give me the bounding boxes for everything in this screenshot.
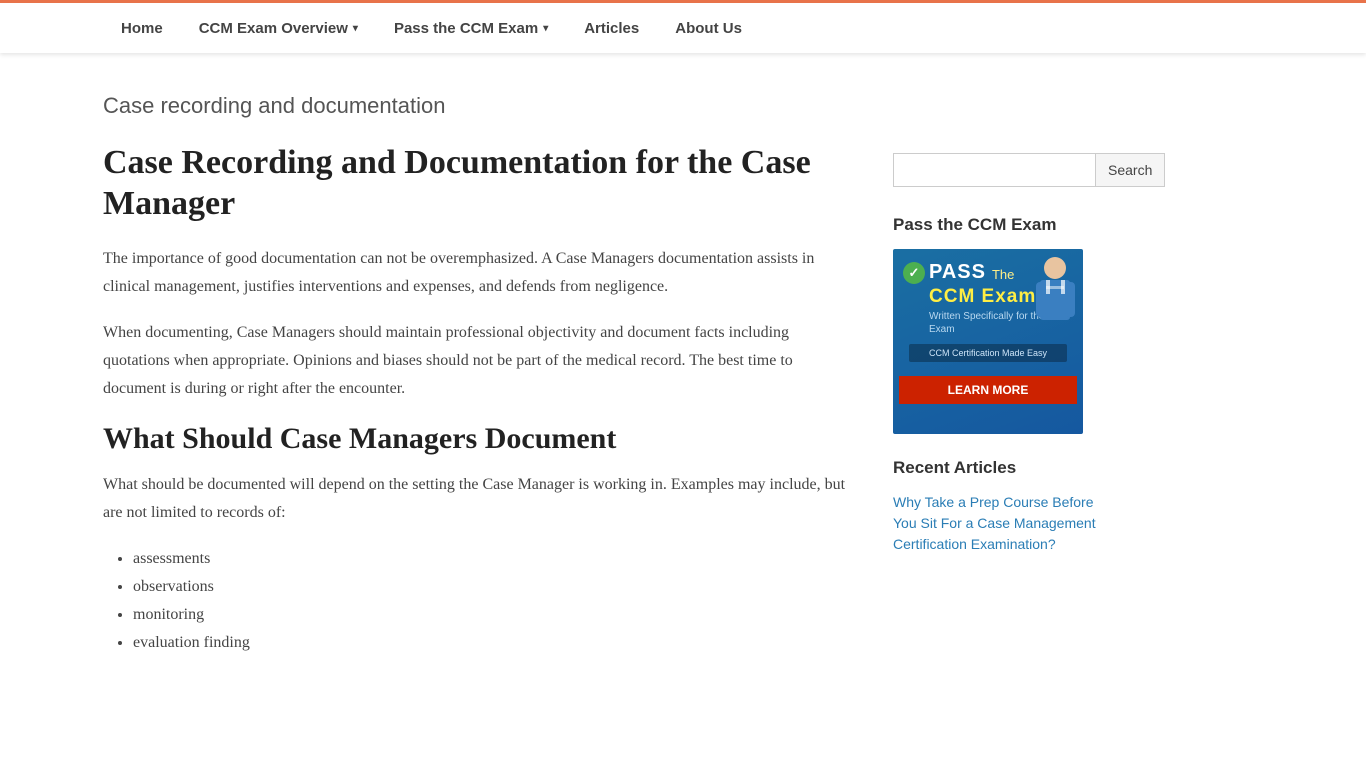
pass-section-title: Pass the CCM Exam <box>893 215 1113 235</box>
recent-article-link[interactable]: Why Take a Prep Course Before You Sit Fo… <box>893 492 1113 555</box>
nav-item-home[interactable]: Home <box>103 3 181 53</box>
nav-link-pass-ccm[interactable]: Pass the CCM Exam ▾ <box>376 3 566 53</box>
main-nav: Home CCM Exam Overview ▾ Pass the CCM Ex… <box>0 0 1366 53</box>
search-box: Search <box>893 153 1113 187</box>
nav-link-ccm-overview[interactable]: CCM Exam Overview ▾ <box>181 3 376 53</box>
nav-link-about-us[interactable]: About Us <box>657 3 760 53</box>
list-item: evaluation finding <box>133 629 853 657</box>
the-word: The <box>992 267 1014 282</box>
chevron-down-icon: ▾ <box>353 23 358 34</box>
nurse-icon <box>1028 256 1083 346</box>
pass-ccm-section: Pass the CCM Exam ✓ PASS The CCM Exam Wr… <box>893 215 1113 434</box>
search-button[interactable]: Search <box>1096 153 1165 187</box>
banner-content: ✓ PASS The CCM Exam Written Specifically… <box>893 249 1083 376</box>
recent-articles-title: Recent Articles <box>893 458 1113 478</box>
page-title: Case recording and documentation <box>103 93 853 119</box>
nav-link-articles[interactable]: Articles <box>566 3 657 53</box>
list-item: monitoring <box>133 601 853 629</box>
paragraph-2: When documenting, Case Managers should m… <box>103 319 853 403</box>
section-heading: What Should Case Managers Document <box>103 421 853 457</box>
nav-item-pass-ccm[interactable]: Pass the CCM Exam ▾ <box>376 3 566 53</box>
ccm-banner: ✓ PASS The CCM Exam Written Specifically… <box>893 249 1083 434</box>
check-icon: ✓ <box>903 262 925 284</box>
page-wrapper: Case recording and documentation Case Re… <box>83 53 1283 697</box>
nav-list: Home CCM Exam Overview ▾ Pass the CCM Ex… <box>103 3 760 53</box>
chevron-down-icon-2: ▾ <box>543 23 548 34</box>
article-title: Case Recording and Documentation for the… <box>103 143 853 225</box>
sidebar: Search Pass the CCM Exam ✓ PASS The CCM … <box>893 93 1113 657</box>
nav-item-about-us[interactable]: About Us <box>657 3 760 53</box>
nav-item-articles[interactable]: Articles <box>566 3 657 53</box>
nav-link-home[interactable]: Home <box>103 3 181 53</box>
article-body: The importance of good documentation can… <box>103 245 853 657</box>
recent-articles-section: Recent Articles Why Take a Prep Course B… <box>893 458 1113 555</box>
nav-item-ccm-overview[interactable]: CCM Exam Overview ▾ <box>181 3 376 53</box>
pass-word: PASS <box>929 261 986 284</box>
cert-box: CCM Certification Made Easy <box>909 344 1067 362</box>
search-input[interactable] <box>893 153 1096 187</box>
bullet-list: assessments observations monitoring eval… <box>103 545 853 657</box>
list-item: assessments <box>133 545 853 573</box>
list-item: observations <box>133 573 853 601</box>
main-content: Case recording and documentation Case Re… <box>103 93 853 657</box>
learn-more-button[interactable]: LEARN MORE <box>899 376 1077 404</box>
section-intro: What should be documented will depend on… <box>103 471 853 527</box>
paragraph-1: The importance of good documentation can… <box>103 245 853 301</box>
